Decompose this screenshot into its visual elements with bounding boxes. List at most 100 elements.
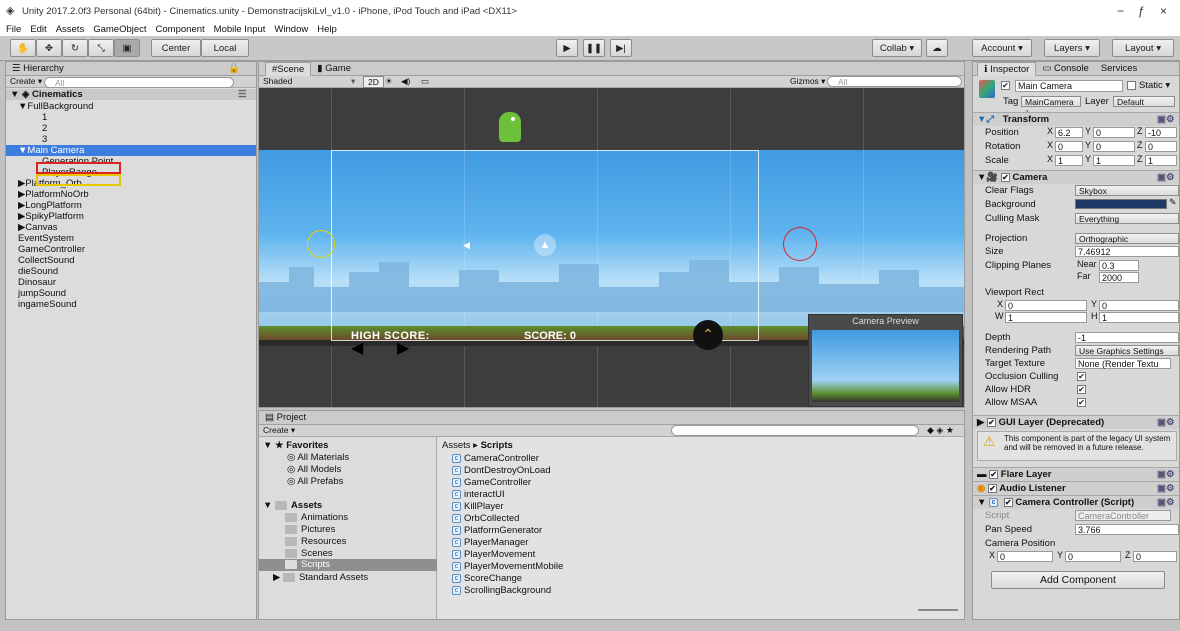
hierarchy-item[interactable]: ▼Main Camera bbox=[6, 145, 256, 156]
folder-scripts[interactable]: Scripts bbox=[259, 559, 437, 571]
component-help-icon[interactable]: ▣⚙ bbox=[1157, 482, 1175, 495]
breadcrumb-leaf[interactable]: Scripts bbox=[481, 440, 513, 451]
component-help-icon[interactable]: ▣⚙ bbox=[1157, 416, 1175, 429]
menu-mobile-input[interactable]: Mobile Input bbox=[214, 24, 266, 35]
script-file-item[interactable]: c PlayerMovement bbox=[452, 549, 535, 560]
scale-z-field[interactable]: 1 bbox=[1145, 155, 1177, 166]
transform-header[interactable]: ▼⤢ Transform ▣⚙ bbox=[973, 112, 1179, 126]
hierarchy-item[interactable]: ▶PlatformNoOrb bbox=[6, 189, 256, 200]
near-field[interactable]: 0.3 bbox=[1099, 260, 1139, 271]
layers-dropdown[interactable]: Layers ▾ bbox=[1044, 39, 1100, 57]
menu-gameobject[interactable]: GameObject bbox=[93, 24, 146, 35]
scale-tool-button[interactable]: ⤡ bbox=[88, 39, 114, 57]
image-effects-icon[interactable]: ▭ bbox=[421, 76, 429, 87]
camera-header[interactable]: ▼🎥 ✔ Camera ▣⚙ bbox=[973, 170, 1179, 184]
rotate-tool-button[interactable]: ↻ bbox=[62, 39, 88, 57]
hierarchy-item[interactable]: GameController bbox=[6, 244, 256, 255]
maximize-button[interactable]: ƒ bbox=[1138, 4, 1145, 18]
collab-dropdown[interactable]: Collab ▾ bbox=[872, 39, 922, 57]
viewport-h-field[interactable]: 1 bbox=[1099, 312, 1179, 323]
script-file-item[interactable]: c OrbCollected bbox=[452, 513, 519, 524]
hierarchy-tab[interactable]: Hierarchy bbox=[23, 63, 64, 74]
rect-tool-button[interactable]: ▣ bbox=[114, 39, 140, 57]
scale-y-field[interactable]: 1 bbox=[1093, 155, 1135, 166]
far-field[interactable]: 2000 bbox=[1099, 272, 1139, 283]
script-file-item[interactable]: c ScoreChange bbox=[452, 573, 522, 584]
menu-assets[interactable]: Assets bbox=[56, 24, 85, 35]
audio-listener-checkbox[interactable]: ✔ bbox=[987, 483, 997, 493]
hierarchy-item[interactable]: ▼FullBackground bbox=[6, 101, 256, 112]
script-file-item[interactable]: c interactUI bbox=[452, 489, 505, 500]
component-help-icon[interactable]: ▣⚙ bbox=[1157, 468, 1175, 481]
console-tab[interactable]: ▭ Console bbox=[1036, 62, 1094, 76]
hierarchy-item[interactable]: 1 bbox=[6, 112, 256, 123]
hierarchy-create-button[interactable]: Create ▾ bbox=[10, 76, 42, 87]
rotation-x-field[interactable]: 0 bbox=[1055, 141, 1083, 152]
minimize-button[interactable]: − bbox=[1117, 4, 1124, 18]
play-button[interactable]: ▶ bbox=[556, 39, 578, 57]
services-tab[interactable]: Services bbox=[1095, 62, 1143, 76]
camera-controller-checkbox[interactable]: ✔ bbox=[1003, 497, 1013, 507]
position-z-field[interactable]: -10 bbox=[1145, 127, 1177, 138]
lock-icon[interactable]: 🔒 bbox=[228, 63, 240, 74]
hierarchy-search-input[interactable]: All bbox=[44, 77, 234, 88]
scene-menu-icon[interactable]: ☰ bbox=[238, 89, 247, 100]
menu-help[interactable]: Help bbox=[317, 24, 337, 35]
position-y-field[interactable]: 0 bbox=[1093, 127, 1135, 138]
component-help-icon[interactable]: ▣⚙ bbox=[1157, 113, 1175, 126]
script-file-item[interactable]: c CameraController bbox=[452, 453, 539, 464]
step-button[interactable]: ▶| bbox=[610, 39, 632, 57]
position-x-field[interactable]: 6.2 bbox=[1055, 127, 1083, 138]
move-tool-button[interactable]: ✥ bbox=[36, 39, 62, 57]
clear-flags-dropdown[interactable]: Skybox bbox=[1075, 185, 1179, 196]
script-file-item[interactable]: c DontDestroyOnLoad bbox=[452, 465, 551, 476]
camera-position-x-field[interactable]: 0 bbox=[997, 551, 1053, 562]
projection-dropdown[interactable]: Orthographic bbox=[1075, 233, 1179, 244]
flare-layer-header[interactable]: ▬ ✔ Flare Layer ▣⚙ bbox=[973, 467, 1179, 481]
favorites-row[interactable]: ▼ ★ Favorites bbox=[263, 440, 328, 451]
camera-controller-header[interactable]: ▼ c ✔ Camera Controller (Script) ▣⚙ bbox=[973, 495, 1179, 509]
tag-dropdown[interactable]: MainCamera ↕ bbox=[1021, 96, 1081, 117]
hierarchy-item[interactable]: 2 bbox=[6, 123, 256, 134]
hdr-checkbox[interactable]: ✔ bbox=[1077, 385, 1086, 394]
script-file-item[interactable]: c PlatformGenerator bbox=[452, 525, 542, 536]
pause-button[interactable]: ❚❚ bbox=[583, 39, 605, 57]
background-color-swatch[interactable] bbox=[1075, 199, 1167, 209]
layer-dropdown[interactable]: Default bbox=[1113, 96, 1175, 107]
hierarchy-item[interactable]: ▶Canvas bbox=[6, 222, 256, 233]
script-file-item[interactable]: c GameController bbox=[452, 477, 531, 488]
zoom-slider[interactable] bbox=[918, 609, 958, 611]
account-dropdown[interactable]: Account ▾ bbox=[972, 39, 1032, 57]
audio-listener-header[interactable]: ◉ ✔ Audio Listener ▣⚙ bbox=[973, 481, 1179, 495]
fav-all-materials[interactable]: ◎ All Materials bbox=[287, 452, 349, 463]
component-help-icon[interactable]: ▣⚙ bbox=[1157, 171, 1175, 184]
target-texture-field[interactable]: None (Render Textu bbox=[1075, 358, 1171, 369]
rotation-z-field[interactable]: 0 bbox=[1145, 141, 1177, 152]
menu-component[interactable]: Component bbox=[156, 24, 205, 35]
folder-resources[interactable]: Resources bbox=[285, 536, 346, 547]
folder-standard-assets[interactable]: ▶ Standard Assets bbox=[273, 572, 368, 583]
camera-enabled-checkbox[interactable]: ✔ bbox=[1000, 172, 1010, 182]
assets-row[interactable]: ▼ Assets bbox=[263, 500, 322, 511]
pan-speed-field[interactable]: 3.766 bbox=[1075, 524, 1179, 535]
occlusion-checkbox[interactable]: ✔ bbox=[1077, 372, 1086, 381]
depth-field[interactable]: -1 bbox=[1075, 332, 1179, 343]
add-component-button[interactable]: Add Component bbox=[991, 571, 1165, 589]
cloud-button[interactable]: ☁ bbox=[926, 39, 948, 57]
folder-scenes[interactable]: Scenes bbox=[285, 548, 333, 559]
project-create-button[interactable]: Create ▾ bbox=[263, 425, 295, 436]
msaa-checkbox[interactable]: ✔ bbox=[1077, 398, 1086, 407]
hierarchy-item[interactable]: 3 bbox=[6, 134, 256, 145]
inspector-tab[interactable]: ℹ Inspector bbox=[977, 61, 1037, 76]
hierarchy-item[interactable]: EventSystem bbox=[6, 233, 256, 244]
object-name-field[interactable]: Main Camera bbox=[1015, 80, 1123, 92]
close-button[interactable]: × bbox=[1160, 4, 1167, 18]
audio-icon[interactable]: ◀) bbox=[401, 76, 410, 87]
game-tab[interactable]: ▮ Game bbox=[311, 62, 357, 76]
active-checkbox[interactable]: ✔ bbox=[1001, 81, 1010, 90]
hierarchy-item[interactable]: ingameSound bbox=[6, 299, 256, 310]
hierarchy-item[interactable]: jumpSound bbox=[6, 288, 256, 299]
hierarchy-item[interactable]: ▶LongPlatform bbox=[6, 200, 256, 211]
static-label[interactable]: Static ▾ bbox=[1139, 80, 1170, 91]
script-file-item[interactable]: c KillPlayer bbox=[452, 501, 504, 512]
